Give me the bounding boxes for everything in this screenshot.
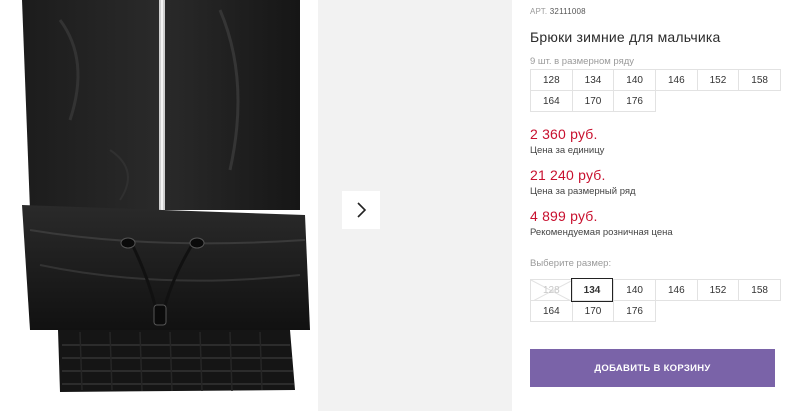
chevron-right-icon (357, 202, 367, 218)
row-price: 21 240 руб. (530, 167, 606, 183)
article-label: АРТ. (530, 7, 548, 16)
size-option[interactable]: 170 (571, 300, 615, 322)
size-option[interactable]: 140 (613, 279, 656, 301)
pants-leg-image (22, 0, 310, 392)
size-picker: 128 134 140 146 152 158 164 170 176 (530, 278, 781, 322)
size-row-cell: 170 (571, 90, 615, 112)
size-option[interactable]: 164 (530, 300, 573, 322)
gallery-next-button[interactable] (342, 191, 380, 229)
size-row-table: 128 134 140 146 152 158 164 170 176 (530, 69, 781, 112)
size-row-note: 9 шт. в размерном ряду (530, 56, 635, 67)
size-option[interactable]: 152 (696, 279, 740, 301)
size-picker-label: Выберите размер: (530, 258, 612, 269)
product-info-panel: АРТ. 32111008 Брюки зимние для мальчика … (530, 0, 800, 411)
size-option-selected[interactable]: 134 (570, 278, 614, 302)
size-row-cell: 176 (613, 90, 656, 112)
size-option-label: 128 (542, 284, 560, 296)
product-photo (0, 0, 318, 411)
row-price-label: Цена за размерный ряд (530, 186, 636, 197)
size-row-cell: 134 (571, 69, 615, 91)
retail-price-label: Рекомендуемая розничная цена (530, 227, 673, 238)
size-row-cell: 152 (696, 69, 740, 91)
size-row-cell: 164 (530, 90, 573, 112)
size-option-unavailable: 128 (530, 279, 573, 301)
size-row-cell: 158 (738, 69, 781, 91)
product-gallery (0, 0, 512, 411)
add-to-cart-button[interactable]: ДОБАВИТЬ В КОРЗИНУ (530, 349, 775, 387)
size-option[interactable]: 146 (654, 279, 698, 301)
size-row-cell: 146 (654, 69, 698, 91)
unit-price-label: Цена за единицу (530, 145, 605, 156)
size-row-cell: 128 (530, 69, 573, 91)
product-title: Брюки зимние для мальчика (530, 29, 721, 45)
article-value: 32111008 (549, 7, 586, 16)
article-number: АРТ. 32111008 (530, 7, 586, 16)
size-row-cell: 140 (613, 69, 656, 91)
size-option[interactable]: 158 (738, 279, 781, 301)
retail-price: 4 899 руб. (530, 208, 598, 224)
size-option[interactable]: 176 (613, 300, 656, 322)
unit-price: 2 360 руб. (530, 126, 598, 142)
